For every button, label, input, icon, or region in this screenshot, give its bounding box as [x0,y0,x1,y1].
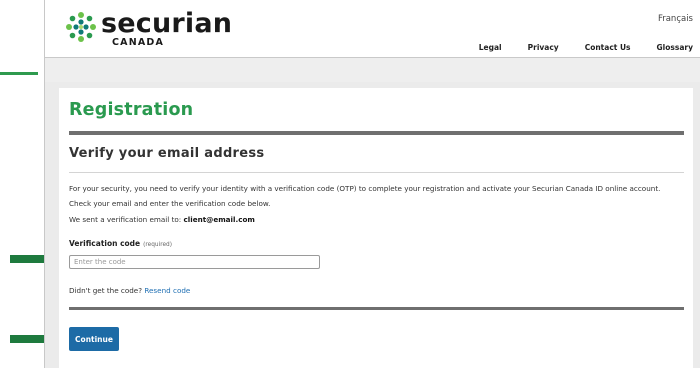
logo-subtitle: CANADA [112,37,165,48]
top-nav: Legal Privacy Contact Us Glossary [453,43,693,52]
sent-email-address: client@email.com [183,215,255,224]
sent-email-prefix: We sent a verification email to: [69,215,182,224]
logo-wordmark: securian [101,8,233,39]
securian-logo[interactable]: securian CANADA [65,9,235,49]
title-divider [69,131,684,135]
form-divider [69,307,684,310]
verification-code-input[interactable] [69,255,320,269]
resend-prefix: Didn't get the code? [69,286,143,295]
sent-email-notice: We sent a verification email to: client@… [69,215,255,224]
verification-code-label-text: Verification code [69,239,141,248]
page-title: Registration [69,100,194,120]
browser-frame: securian CANADA Français Legal Privacy C… [44,0,700,368]
continue-button[interactable]: Continue [69,327,119,351]
language-toggle-link[interactable]: Français [658,14,693,24]
left-accent-line [0,72,38,75]
nav-link-contact-us[interactable]: Contact Us [585,43,631,52]
nav-link-legal[interactable]: Legal [479,43,502,52]
registration-card: Registration Verify your email address F… [59,88,693,368]
section-title: Verify your email address [69,146,265,161]
header-band [45,58,700,82]
required-indicator: (required) [143,242,172,248]
section-divider [69,172,684,173]
check-email-instructions: Check your email and enter the verificat… [69,199,271,208]
verification-code-label: Verification code (required) [69,239,172,248]
site-header: securian CANADA Français Legal Privacy C… [45,0,700,58]
securian-logo-mark-icon [66,12,96,42]
nav-link-privacy[interactable]: Privacy [528,43,559,52]
nav-link-glossary[interactable]: Glossary [657,43,693,52]
resend-code-link[interactable]: Resend code [144,286,190,295]
resend-code-line: Didn't get the code? Resend code [69,286,190,295]
security-instructions: For your security, you need to verify yo… [69,184,661,193]
